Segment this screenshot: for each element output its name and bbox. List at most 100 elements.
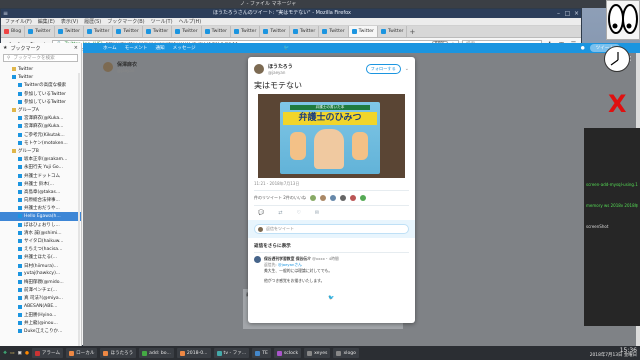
chevron-down-icon[interactable]: ⌄ [405,66,409,72]
firefox-icon[interactable]: ● [25,351,29,356]
sidebar-scrollbar[interactable] [78,73,80,356]
browser-tab[interactable]: Twitter [55,26,84,37]
nav-notifications[interactable]: 通知 [155,45,164,51]
bookmark-item[interactable]: Duke江えこりか... [0,327,81,335]
bookmark-item[interactable]: サイタロ(haikuw... [0,237,81,245]
browser-tab[interactable]: Twitter [260,26,290,37]
bookmark-item[interactable]: えちえつ(hacisa... [0,245,81,253]
reply-to-link[interactable]: @jaeyanさん [278,262,302,267]
sidebar-title[interactable]: ブックマーク [10,45,40,52]
bookmark-folder[interactable]: グループA [0,106,81,114]
bookmark-item[interactable]: 日村(hiimura)... [0,262,81,270]
menu-help[interactable]: ヘルプ(H) [179,18,202,25]
bookmark-item[interactable]: yutaj(hawkcy)... [0,270,81,278]
menu-bookmarks[interactable]: ブックマーク(B) [107,18,144,25]
retweet-icon[interactable]: ⇄ [278,210,282,216]
tweet-author-handle[interactable]: @jaeyan [268,70,362,75]
stats-text[interactable]: 件のリツイート 2件のいいね [254,195,306,201]
liker-avatar[interactable] [359,195,366,201]
message-icon[interactable]: ✉ [315,210,319,216]
bookmark-item[interactable]: ぼはひょおりし... [0,221,81,229]
bookmark-item[interactable]: 参加しているTwitter [0,98,81,106]
bookmark-search-input[interactable]: ⚲ ブックマークを検索 [3,54,78,62]
liker-avatar[interactable] [349,195,356,201]
tweet-photo[interactable]: 弁護士の書いた本 弁護士のひみつ [258,94,405,178]
minimize-button[interactable]: – [554,9,563,18]
bookmark-item[interactable]: ABESAN(ABE... [0,302,81,310]
taskbar-item[interactable]: tv - ファ... [213,348,250,358]
bookmark-folder[interactable]: Twitter [0,65,81,73]
browser-tab[interactable]: Twitter [143,26,173,37]
menu-edit[interactable]: 編集(E) [38,18,55,25]
browser-tab[interactable]: Twitter [378,26,408,37]
sidebar-close-icon[interactable]: × [74,45,78,51]
browser-tab[interactable]: Blog [1,26,26,37]
bookmark-item[interactable]: Hello Egawa(h... [0,212,81,221]
taskbar-item[interactable]: アラーム [31,348,64,358]
bookmark-item[interactable]: 井上龍(@inou... [0,319,81,327]
liker-avatar[interactable] [339,195,346,201]
new-tab-button[interactable]: + [407,26,417,37]
bookmark-folder[interactable]: グループB [0,147,81,155]
maximize-button[interactable]: □ [563,9,572,18]
bookmark-item[interactable]: 前澤ペンチェ(... [0,286,81,294]
bookmark-item[interactable]: Twitter [0,73,81,81]
bookmark-item[interactable]: 宮澤麻衣(@Kuka... [0,122,81,130]
nav-moments[interactable]: モーメント [125,45,148,51]
bookmark-item[interactable]: 弁護士おだうや... [0,204,81,212]
bookmark-item[interactable]: 弁護士ドットコム [0,171,81,179]
browser-tab[interactable]: Twitter [348,26,379,37]
bookmark-item[interactable]: 上田勝(Hyino... [0,311,81,319]
taskbar-item[interactable]: sclock [273,348,302,358]
bookmark-item[interactable]: 真 司法?(@miya... [0,294,81,302]
bookmark-item[interactable]: Twitterの高度な検索 [0,81,81,89]
reply-author-name[interactable]: 保谷週刊学習教室 保谷伝介 [264,256,311,261]
bookmark-item[interactable]: 参加しているTwitter [0,90,81,98]
terminal-icon[interactable]: ▣ [17,351,21,356]
bookmark-item[interactable]: モトケン(motoken... [0,139,81,147]
menu-view[interactable]: 表示(V) [61,18,78,25]
taskbar-item[interactable]: xlogo [333,348,359,358]
bookmark-item[interactable]: 梅田郁親(@mido... [0,278,81,286]
bookmark-item[interactable]: 向原総合法律事... [0,196,81,204]
twitter-bird-icon[interactable]: 🐦 [284,46,290,51]
file-manager-icon[interactable]: ▭ [10,351,14,356]
bookmark-item[interactable]: 清水 誠(@shimi... [0,229,81,237]
browser-tab[interactable]: Twitter [319,26,349,37]
bookmark-item[interactable]: 坂本正幸(@sakam... [0,155,81,163]
bookmark-item[interactable]: 高島章(@takas... [0,188,81,196]
taskbar-item[interactable]: ローカル [66,348,98,358]
avatar[interactable] [254,256,261,263]
tweet-author-name[interactable]: ほうたろう [268,63,362,70]
browser-tab[interactable]: Twitter [172,26,202,37]
reply-icon[interactable]: 💬 [258,210,264,216]
taskbar-item[interactable]: 2018-0... [176,348,211,358]
taskbar-item[interactable]: TE [252,348,271,358]
taskbar-clock[interactable]: 15:36 2018年7月13日 金曜日 [590,348,637,359]
follow-button[interactable]: フォローする [365,64,401,74]
window-menu-icon[interactable]: ≡ [1,9,10,18]
browser-tab[interactable]: Twitter [113,26,143,37]
browser-tab[interactable]: Twitter [25,26,55,37]
taskbar-item[interactable]: ほうたろう [100,348,137,358]
bookmark-item[interactable]: ご参考元(Kikutak... [0,131,81,139]
title-bar[interactable]: ≡ ほうたろうさんのツイート: "実はモテない" - Mozilla Firef… [1,9,581,18]
bookmark-item[interactable]: 弁護士ほたる(... [0,253,81,261]
bookmark-item[interactable]: 永田行夫 Yuji Go... [0,163,81,171]
liker-avatar[interactable] [309,195,316,201]
like-heart-icon[interactable]: ♡ [296,210,300,216]
browser-tab[interactable]: Twitter [84,26,114,37]
liker-avatar[interactable] [329,195,336,201]
browser-tab[interactable]: Twitter [231,26,261,37]
menu-tools[interactable]: ツール(T) [151,18,173,25]
browser-tab[interactable]: Twitter [202,26,231,37]
menu-history[interactable]: 履歴(S) [84,18,101,25]
reply-input[interactable]: 返信をツイート [254,224,409,234]
taskbar-item[interactable]: xeyes [304,348,331,358]
nav-messages[interactable]: メッセージ [173,45,196,51]
taskbar-item[interactable]: add: bo... [139,348,174,358]
start-menu-icon[interactable]: ❖ [3,351,7,356]
reply-tweet[interactable]: 保谷週刊学習教室 保谷伝介 @xxxx・4時間 返信先: @jaeyanさん 美… [248,253,415,287]
menu-file[interactable]: ファイル(F) [5,18,32,25]
nav-home[interactable]: ホーム [103,45,117,51]
